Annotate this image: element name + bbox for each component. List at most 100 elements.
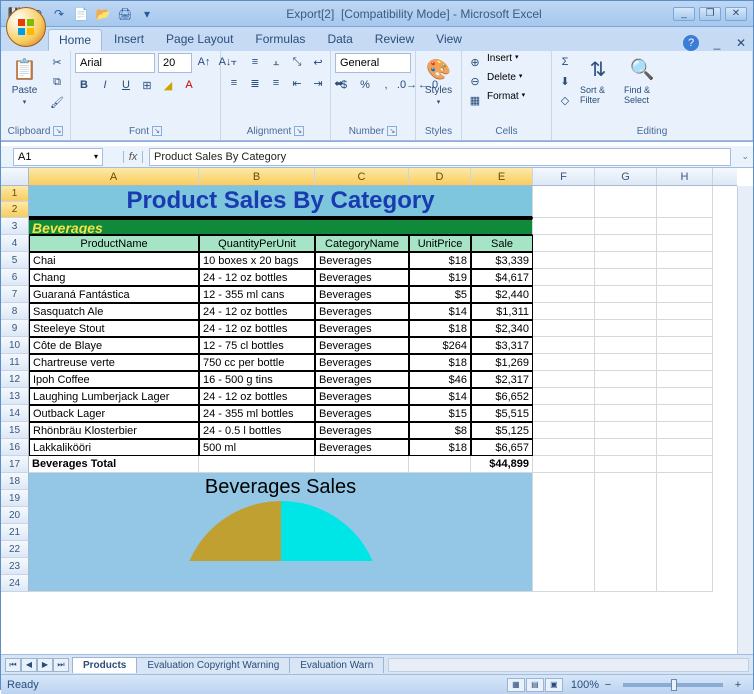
zoom-thumb[interactable]	[671, 679, 677, 691]
cell[interactable]	[533, 235, 595, 252]
sheet-tab-evaluation-copyright-warning[interactable]: Evaluation Copyright Warning	[136, 657, 290, 673]
cell[interactable]: $5,515	[471, 405, 533, 422]
cell[interactable]: Steeleye Stout	[29, 320, 199, 337]
grow-font-button[interactable]: A↑	[195, 53, 213, 71]
cell[interactable]: 12 - 75 cl bottles	[199, 337, 315, 354]
cell[interactable]: Beverages	[315, 303, 409, 320]
select-all-corner[interactable]	[1, 168, 29, 185]
office-button[interactable]	[6, 7, 46, 47]
launcher-icon[interactable]: ↘	[152, 126, 162, 136]
cell[interactable]	[657, 286, 713, 303]
cell[interactable]	[595, 422, 657, 439]
italic-button[interactable]: I	[96, 76, 114, 94]
column-header-UnitPrice[interactable]: UnitPrice	[409, 235, 471, 252]
cell[interactable]: Beverages	[315, 422, 409, 439]
format-cells-button[interactable]: ▦Format▾	[466, 91, 525, 109]
row-header-6[interactable]: 6	[1, 269, 29, 286]
row-header-21[interactable]: 21	[1, 524, 29, 541]
quickprint-icon[interactable]: 🖨	[117, 6, 133, 22]
doc-close-icon[interactable]: ✕	[733, 35, 749, 51]
border-button[interactable]: ⊞	[138, 76, 156, 94]
section-header[interactable]: Beverages	[29, 218, 533, 235]
cell[interactable]	[595, 439, 657, 456]
restore-button[interactable]: ❐	[699, 7, 721, 21]
cell[interactable]: $4,617	[471, 269, 533, 286]
cell[interactable]: $6,657	[471, 439, 533, 456]
percent-button[interactable]: %	[356, 76, 374, 94]
redo-icon[interactable]: ↷	[51, 6, 67, 22]
col-header-A[interactable]: A	[29, 168, 199, 185]
cell[interactable]: 24 - 12 oz bottles	[199, 269, 315, 286]
row-header-3[interactable]: 3	[1, 218, 29, 235]
cell[interactable]: Laughing Lumberjack Lager	[29, 388, 199, 405]
cell[interactable]	[533, 405, 595, 422]
find-select-button[interactable]: 🔍 Find & Select	[622, 53, 662, 107]
help-button[interactable]: ?	[683, 35, 699, 51]
row-header-22[interactable]: 22	[1, 541, 29, 558]
sort-filter-button[interactable]: ⇅ Sort & Filter	[578, 53, 618, 107]
align-top-button[interactable]: ⫟	[225, 53, 243, 71]
page-break-view-button[interactable]: ▣	[545, 678, 563, 692]
zoom-out-button[interactable]: −	[599, 676, 617, 694]
cell[interactable]: $18	[409, 252, 471, 269]
paste-button[interactable]: 📋 Paste ▾	[5, 53, 44, 108]
delete-cells-button[interactable]: ⊖Delete▾	[466, 72, 522, 90]
cell[interactable]: Chartreuse verte	[29, 354, 199, 371]
cell[interactable]	[595, 252, 657, 269]
cell[interactable]	[595, 320, 657, 337]
column-header-QuantityPerUnit[interactable]: QuantityPerUnit	[199, 235, 315, 252]
font-size-select[interactable]	[158, 53, 192, 73]
cell[interactable]	[533, 218, 595, 235]
cell[interactable]: 750 cc per bottle	[199, 354, 315, 371]
cell[interactable]: $46	[409, 371, 471, 388]
tab-view[interactable]: View	[426, 29, 472, 51]
increase-decimal-button[interactable]: .0→	[398, 76, 416, 94]
cell[interactable]	[657, 320, 713, 337]
col-header-F[interactable]: F	[533, 168, 595, 185]
bold-button[interactable]: B	[75, 76, 93, 94]
cell[interactable]	[657, 337, 713, 354]
cell[interactable]	[533, 320, 595, 337]
fill-color-button[interactable]: ◢	[159, 76, 177, 94]
cells-area[interactable]: Product Sales By CategoryBeveragesProduc…	[29, 186, 737, 592]
tab-page-layout[interactable]: Page Layout	[156, 29, 243, 51]
cell[interactable]: $5,125	[471, 422, 533, 439]
cell[interactable]: Ipoh Coffee	[29, 371, 199, 388]
zoom-in-button[interactable]: +	[729, 676, 747, 694]
col-header-G[interactable]: G	[595, 168, 657, 185]
col-header-B[interactable]: B	[199, 168, 315, 185]
launcher-icon[interactable]: ↘	[53, 126, 63, 136]
row-header-1[interactable]: 1	[1, 186, 29, 202]
align-middle-button[interactable]: ≡	[246, 53, 264, 71]
name-box[interactable]: A1▾	[13, 148, 103, 166]
col-header-C[interactable]: C	[315, 168, 409, 185]
cell[interactable]	[595, 303, 657, 320]
row-header-24[interactable]: 24	[1, 575, 29, 592]
cell[interactable]	[595, 388, 657, 405]
cell[interactable]	[657, 439, 713, 456]
zoom-slider[interactable]	[623, 683, 723, 687]
cell[interactable]: Chang	[29, 269, 199, 286]
cell[interactable]	[657, 422, 713, 439]
sheet-tab-evaluation-warn[interactable]: Evaluation Warn	[289, 657, 384, 673]
cell[interactable]: Côte de Blaye	[29, 337, 199, 354]
launcher-icon[interactable]: ↘	[294, 126, 304, 136]
cell[interactable]	[595, 354, 657, 371]
cell[interactable]	[657, 269, 713, 286]
total-value[interactable]: $44,899	[471, 456, 533, 473]
cell[interactable]: $14	[409, 388, 471, 405]
cell[interactable]	[595, 337, 657, 354]
cell[interactable]	[657, 388, 713, 405]
row-header-10[interactable]: 10	[1, 337, 29, 354]
row-header-8[interactable]: 8	[1, 303, 29, 320]
chevron-down-icon[interactable]: ▾	[94, 152, 98, 161]
fill-button[interactable]: ⬇	[556, 72, 574, 90]
row-header-13[interactable]: 13	[1, 388, 29, 405]
tab-review[interactable]: Review	[365, 29, 424, 51]
row-header-5[interactable]: 5	[1, 252, 29, 269]
cell[interactable]	[595, 218, 657, 235]
launcher-icon[interactable]: ↘	[387, 126, 397, 136]
cell[interactable]: Beverages	[315, 337, 409, 354]
cell[interactable]	[595, 286, 657, 303]
chart-area[interactable]: Beverages Sales	[29, 473, 533, 592]
